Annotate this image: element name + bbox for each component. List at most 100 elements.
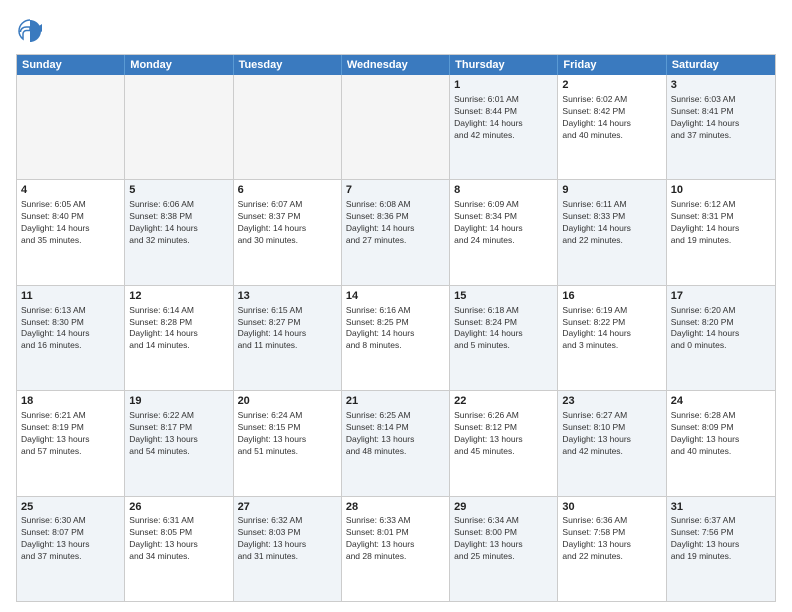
day-number: 15 (454, 289, 553, 304)
calendar-row: 25Sunrise: 6:30 AM Sunset: 8:07 PM Dayli… (17, 496, 775, 601)
cell-info-text: Sunrise: 6:32 AM Sunset: 8:03 PM Dayligh… (238, 515, 337, 563)
day-number: 4 (21, 183, 120, 198)
calendar-cell: 15Sunrise: 6:18 AM Sunset: 8:24 PM Dayli… (450, 286, 558, 390)
cell-info-text: Sunrise: 6:15 AM Sunset: 8:27 PM Dayligh… (238, 305, 337, 353)
cell-info-text: Sunrise: 6:18 AM Sunset: 8:24 PM Dayligh… (454, 305, 553, 353)
calendar-cell: 23Sunrise: 6:27 AM Sunset: 8:10 PM Dayli… (558, 391, 666, 495)
calendar-cell: 28Sunrise: 6:33 AM Sunset: 8:01 PM Dayli… (342, 497, 450, 601)
cell-info-text: Sunrise: 6:27 AM Sunset: 8:10 PM Dayligh… (562, 410, 661, 458)
calendar-cell: 26Sunrise: 6:31 AM Sunset: 8:05 PM Dayli… (125, 497, 233, 601)
day-number: 3 (671, 78, 771, 93)
day-number: 24 (671, 394, 771, 409)
calendar-cell: 11Sunrise: 6:13 AM Sunset: 8:30 PM Dayli… (17, 286, 125, 390)
day-number: 28 (346, 500, 445, 515)
calendar-cell: 6Sunrise: 6:07 AM Sunset: 8:37 PM Daylig… (234, 180, 342, 284)
calendar-cell: 19Sunrise: 6:22 AM Sunset: 8:17 PM Dayli… (125, 391, 233, 495)
calendar-cell: 7Sunrise: 6:08 AM Sunset: 8:36 PM Daylig… (342, 180, 450, 284)
day-number: 23 (562, 394, 661, 409)
day-number: 17 (671, 289, 771, 304)
calendar: SundayMondayTuesdayWednesdayThursdayFrid… (16, 54, 776, 602)
cell-info-text: Sunrise: 6:22 AM Sunset: 8:17 PM Dayligh… (129, 410, 228, 458)
calendar-cell: 17Sunrise: 6:20 AM Sunset: 8:20 PM Dayli… (667, 286, 775, 390)
calendar-cell: 10Sunrise: 6:12 AM Sunset: 8:31 PM Dayli… (667, 180, 775, 284)
day-number: 18 (21, 394, 120, 409)
day-number: 12 (129, 289, 228, 304)
cell-info-text: Sunrise: 6:06 AM Sunset: 8:38 PM Dayligh… (129, 199, 228, 247)
calendar-cell: 2Sunrise: 6:02 AM Sunset: 8:42 PM Daylig… (558, 75, 666, 179)
cell-info-text: Sunrise: 6:25 AM Sunset: 8:14 PM Dayligh… (346, 410, 445, 458)
calendar-body: 1Sunrise: 6:01 AM Sunset: 8:44 PM Daylig… (17, 75, 775, 601)
calendar-cell: 4Sunrise: 6:05 AM Sunset: 8:40 PM Daylig… (17, 180, 125, 284)
day-number: 25 (21, 500, 120, 515)
day-number: 11 (21, 289, 120, 304)
calendar-header-cell: Friday (558, 55, 666, 75)
cell-info-text: Sunrise: 6:20 AM Sunset: 8:20 PM Dayligh… (671, 305, 771, 353)
cell-info-text: Sunrise: 6:28 AM Sunset: 8:09 PM Dayligh… (671, 410, 771, 458)
day-number: 22 (454, 394, 553, 409)
calendar-cell: 27Sunrise: 6:32 AM Sunset: 8:03 PM Dayli… (234, 497, 342, 601)
calendar-row: 11Sunrise: 6:13 AM Sunset: 8:30 PM Dayli… (17, 285, 775, 390)
cell-info-text: Sunrise: 6:01 AM Sunset: 8:44 PM Dayligh… (454, 94, 553, 142)
calendar-cell (125, 75, 233, 179)
cell-info-text: Sunrise: 6:19 AM Sunset: 8:22 PM Dayligh… (562, 305, 661, 353)
calendar-header: SundayMondayTuesdayWednesdayThursdayFrid… (17, 55, 775, 75)
cell-info-text: Sunrise: 6:33 AM Sunset: 8:01 PM Dayligh… (346, 515, 445, 563)
calendar-cell: 8Sunrise: 6:09 AM Sunset: 8:34 PM Daylig… (450, 180, 558, 284)
day-number: 14 (346, 289, 445, 304)
logo (16, 16, 48, 44)
calendar-cell: 16Sunrise: 6:19 AM Sunset: 8:22 PM Dayli… (558, 286, 666, 390)
calendar-cell: 3Sunrise: 6:03 AM Sunset: 8:41 PM Daylig… (667, 75, 775, 179)
calendar-cell: 22Sunrise: 6:26 AM Sunset: 8:12 PM Dayli… (450, 391, 558, 495)
calendar-cell: 29Sunrise: 6:34 AM Sunset: 8:00 PM Dayli… (450, 497, 558, 601)
day-number: 29 (454, 500, 553, 515)
cell-info-text: Sunrise: 6:03 AM Sunset: 8:41 PM Dayligh… (671, 94, 771, 142)
calendar-cell: 14Sunrise: 6:16 AM Sunset: 8:25 PM Dayli… (342, 286, 450, 390)
day-number: 16 (562, 289, 661, 304)
cell-info-text: Sunrise: 6:05 AM Sunset: 8:40 PM Dayligh… (21, 199, 120, 247)
cell-info-text: Sunrise: 6:24 AM Sunset: 8:15 PM Dayligh… (238, 410, 337, 458)
calendar-header-cell: Thursday (450, 55, 558, 75)
calendar-row: 4Sunrise: 6:05 AM Sunset: 8:40 PM Daylig… (17, 179, 775, 284)
calendar-cell: 21Sunrise: 6:25 AM Sunset: 8:14 PM Dayli… (342, 391, 450, 495)
calendar-cell: 25Sunrise: 6:30 AM Sunset: 8:07 PM Dayli… (17, 497, 125, 601)
cell-info-text: Sunrise: 6:36 AM Sunset: 7:58 PM Dayligh… (562, 515, 661, 563)
logo-icon (16, 16, 44, 44)
cell-info-text: Sunrise: 6:07 AM Sunset: 8:37 PM Dayligh… (238, 199, 337, 247)
page: SundayMondayTuesdayWednesdayThursdayFrid… (0, 0, 792, 612)
cell-info-text: Sunrise: 6:31 AM Sunset: 8:05 PM Dayligh… (129, 515, 228, 563)
header (16, 16, 776, 44)
day-number: 26 (129, 500, 228, 515)
calendar-cell (342, 75, 450, 179)
calendar-cell: 24Sunrise: 6:28 AM Sunset: 8:09 PM Dayli… (667, 391, 775, 495)
cell-info-text: Sunrise: 6:14 AM Sunset: 8:28 PM Dayligh… (129, 305, 228, 353)
cell-info-text: Sunrise: 6:26 AM Sunset: 8:12 PM Dayligh… (454, 410, 553, 458)
day-number: 31 (671, 500, 771, 515)
calendar-cell: 5Sunrise: 6:06 AM Sunset: 8:38 PM Daylig… (125, 180, 233, 284)
day-number: 30 (562, 500, 661, 515)
cell-info-text: Sunrise: 6:37 AM Sunset: 7:56 PM Dayligh… (671, 515, 771, 563)
cell-info-text: Sunrise: 6:12 AM Sunset: 8:31 PM Dayligh… (671, 199, 771, 247)
day-number: 1 (454, 78, 553, 93)
calendar-cell (17, 75, 125, 179)
calendar-cell: 31Sunrise: 6:37 AM Sunset: 7:56 PM Dayli… (667, 497, 775, 601)
calendar-cell: 13Sunrise: 6:15 AM Sunset: 8:27 PM Dayli… (234, 286, 342, 390)
calendar-cell: 1Sunrise: 6:01 AM Sunset: 8:44 PM Daylig… (450, 75, 558, 179)
calendar-header-cell: Sunday (17, 55, 125, 75)
day-number: 20 (238, 394, 337, 409)
day-number: 10 (671, 183, 771, 198)
day-number: 13 (238, 289, 337, 304)
cell-info-text: Sunrise: 6:34 AM Sunset: 8:00 PM Dayligh… (454, 515, 553, 563)
cell-info-text: Sunrise: 6:02 AM Sunset: 8:42 PM Dayligh… (562, 94, 661, 142)
calendar-cell: 30Sunrise: 6:36 AM Sunset: 7:58 PM Dayli… (558, 497, 666, 601)
day-number: 9 (562, 183, 661, 198)
calendar-header-cell: Saturday (667, 55, 775, 75)
cell-info-text: Sunrise: 6:30 AM Sunset: 8:07 PM Dayligh… (21, 515, 120, 563)
day-number: 6 (238, 183, 337, 198)
day-number: 21 (346, 394, 445, 409)
cell-info-text: Sunrise: 6:16 AM Sunset: 8:25 PM Dayligh… (346, 305, 445, 353)
cell-info-text: Sunrise: 6:13 AM Sunset: 8:30 PM Dayligh… (21, 305, 120, 353)
day-number: 7 (346, 183, 445, 198)
cell-info-text: Sunrise: 6:08 AM Sunset: 8:36 PM Dayligh… (346, 199, 445, 247)
day-number: 19 (129, 394, 228, 409)
cell-info-text: Sunrise: 6:09 AM Sunset: 8:34 PM Dayligh… (454, 199, 553, 247)
